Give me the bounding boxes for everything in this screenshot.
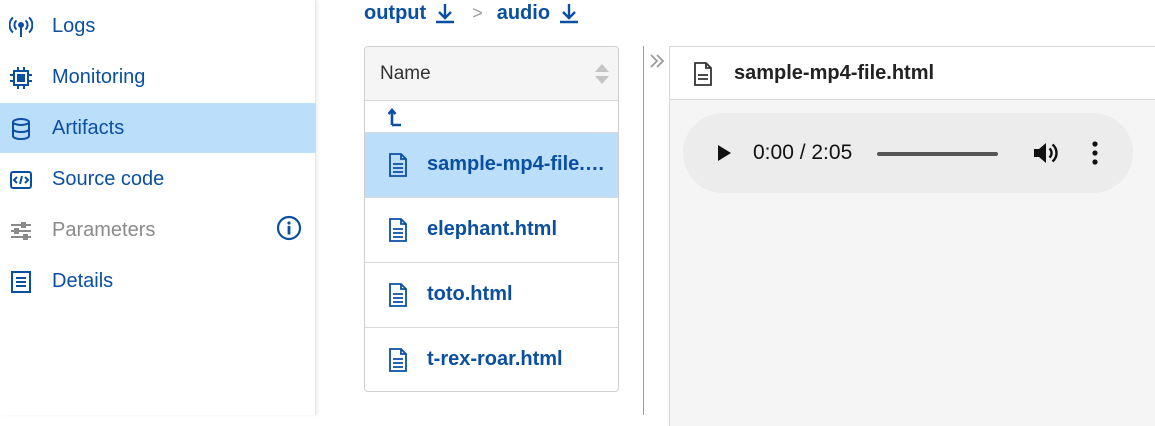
sidebar-item-label: Parameters bbox=[52, 218, 156, 241]
download-icon[interactable] bbox=[434, 2, 456, 24]
double-chevron-right-icon[interactable] bbox=[648, 52, 666, 70]
sidebar: Logs Monitoring Artifacts Source code Pa… bbox=[0, 0, 316, 415]
file-name: elephant.html bbox=[427, 218, 558, 240]
file-icon bbox=[388, 283, 408, 312]
sidebar-item-label: Details bbox=[52, 269, 114, 292]
breadcrumb-label: output bbox=[364, 1, 427, 24]
info-icon[interactable] bbox=[276, 215, 302, 241]
sidebar-item-label: Artifacts bbox=[52, 116, 125, 139]
file-icon bbox=[388, 218, 408, 247]
preview-title: sample-mp4-file.html bbox=[734, 62, 935, 84]
database-icon bbox=[8, 116, 34, 142]
file-list: Name sample-mp4-file.html elephant.html … bbox=[364, 46, 619, 392]
file-row[interactable]: t-rex-roar.html bbox=[365, 328, 618, 391]
file-icon bbox=[693, 62, 713, 91]
code-icon bbox=[8, 167, 34, 193]
sidebar-item-parameters[interactable]: Parameters bbox=[0, 205, 316, 255]
sidebar-item-source-code[interactable]: Source code bbox=[0, 154, 316, 204]
sidebar-item-details[interactable]: Details bbox=[0, 256, 316, 306]
breadcrumb-separator: > bbox=[472, 2, 483, 23]
antenna-icon bbox=[8, 14, 34, 40]
sidebar-item-label: Monitoring bbox=[52, 65, 146, 88]
play-icon[interactable] bbox=[711, 141, 735, 165]
sidebar-item-logs[interactable]: Logs bbox=[0, 1, 316, 51]
file-row[interactable]: toto.html bbox=[365, 263, 618, 328]
parent-folder-row[interactable] bbox=[365, 101, 618, 133]
audio-player: 0:00 / 2:05 bbox=[683, 113, 1133, 193]
file-name: sample-mp4-file.html bbox=[427, 153, 609, 175]
sidebar-item-monitoring[interactable]: Monitoring bbox=[0, 52, 316, 102]
breadcrumb: output > audio bbox=[364, 0, 580, 26]
volume-icon[interactable] bbox=[1031, 139, 1059, 167]
preview-header: sample-mp4-file.html bbox=[670, 47, 1155, 100]
file-name: t-rex-roar.html bbox=[427, 348, 563, 370]
playback-time: 0:00 / 2:05 bbox=[753, 141, 853, 164]
chip-icon bbox=[8, 65, 34, 91]
file-icon bbox=[388, 153, 408, 182]
breadcrumb-label: audio bbox=[496, 1, 551, 24]
sidebar-item-artifacts[interactable]: Artifacts bbox=[0, 103, 316, 153]
sidebar-item-label: Logs bbox=[52, 14, 96, 37]
sidebar-item-label: Source code bbox=[52, 167, 165, 190]
breadcrumb-item-audio[interactable]: audio bbox=[497, 2, 580, 25]
column-header-name: Name bbox=[380, 63, 431, 84]
download-icon[interactable] bbox=[558, 2, 580, 24]
arrow-up-icon[interactable] bbox=[387, 107, 404, 132]
file-row[interactable]: sample-mp4-file.html bbox=[365, 133, 618, 198]
file-name: toto.html bbox=[427, 283, 513, 305]
seek-bar[interactable] bbox=[877, 152, 998, 156]
sort-icon[interactable] bbox=[594, 62, 610, 86]
more-options-icon[interactable] bbox=[1085, 139, 1105, 167]
document-list-icon bbox=[8, 269, 34, 295]
file-icon bbox=[388, 348, 408, 377]
file-row[interactable]: elephant.html bbox=[365, 198, 618, 263]
sliders-icon bbox=[8, 218, 34, 244]
file-preview-pane: sample-mp4-file.html 0:00 / 2:05 bbox=[669, 46, 1155, 426]
breadcrumb-item-output[interactable]: output bbox=[364, 2, 456, 25]
file-list-header[interactable]: Name bbox=[365, 47, 618, 101]
pane-divider[interactable] bbox=[643, 46, 644, 415]
